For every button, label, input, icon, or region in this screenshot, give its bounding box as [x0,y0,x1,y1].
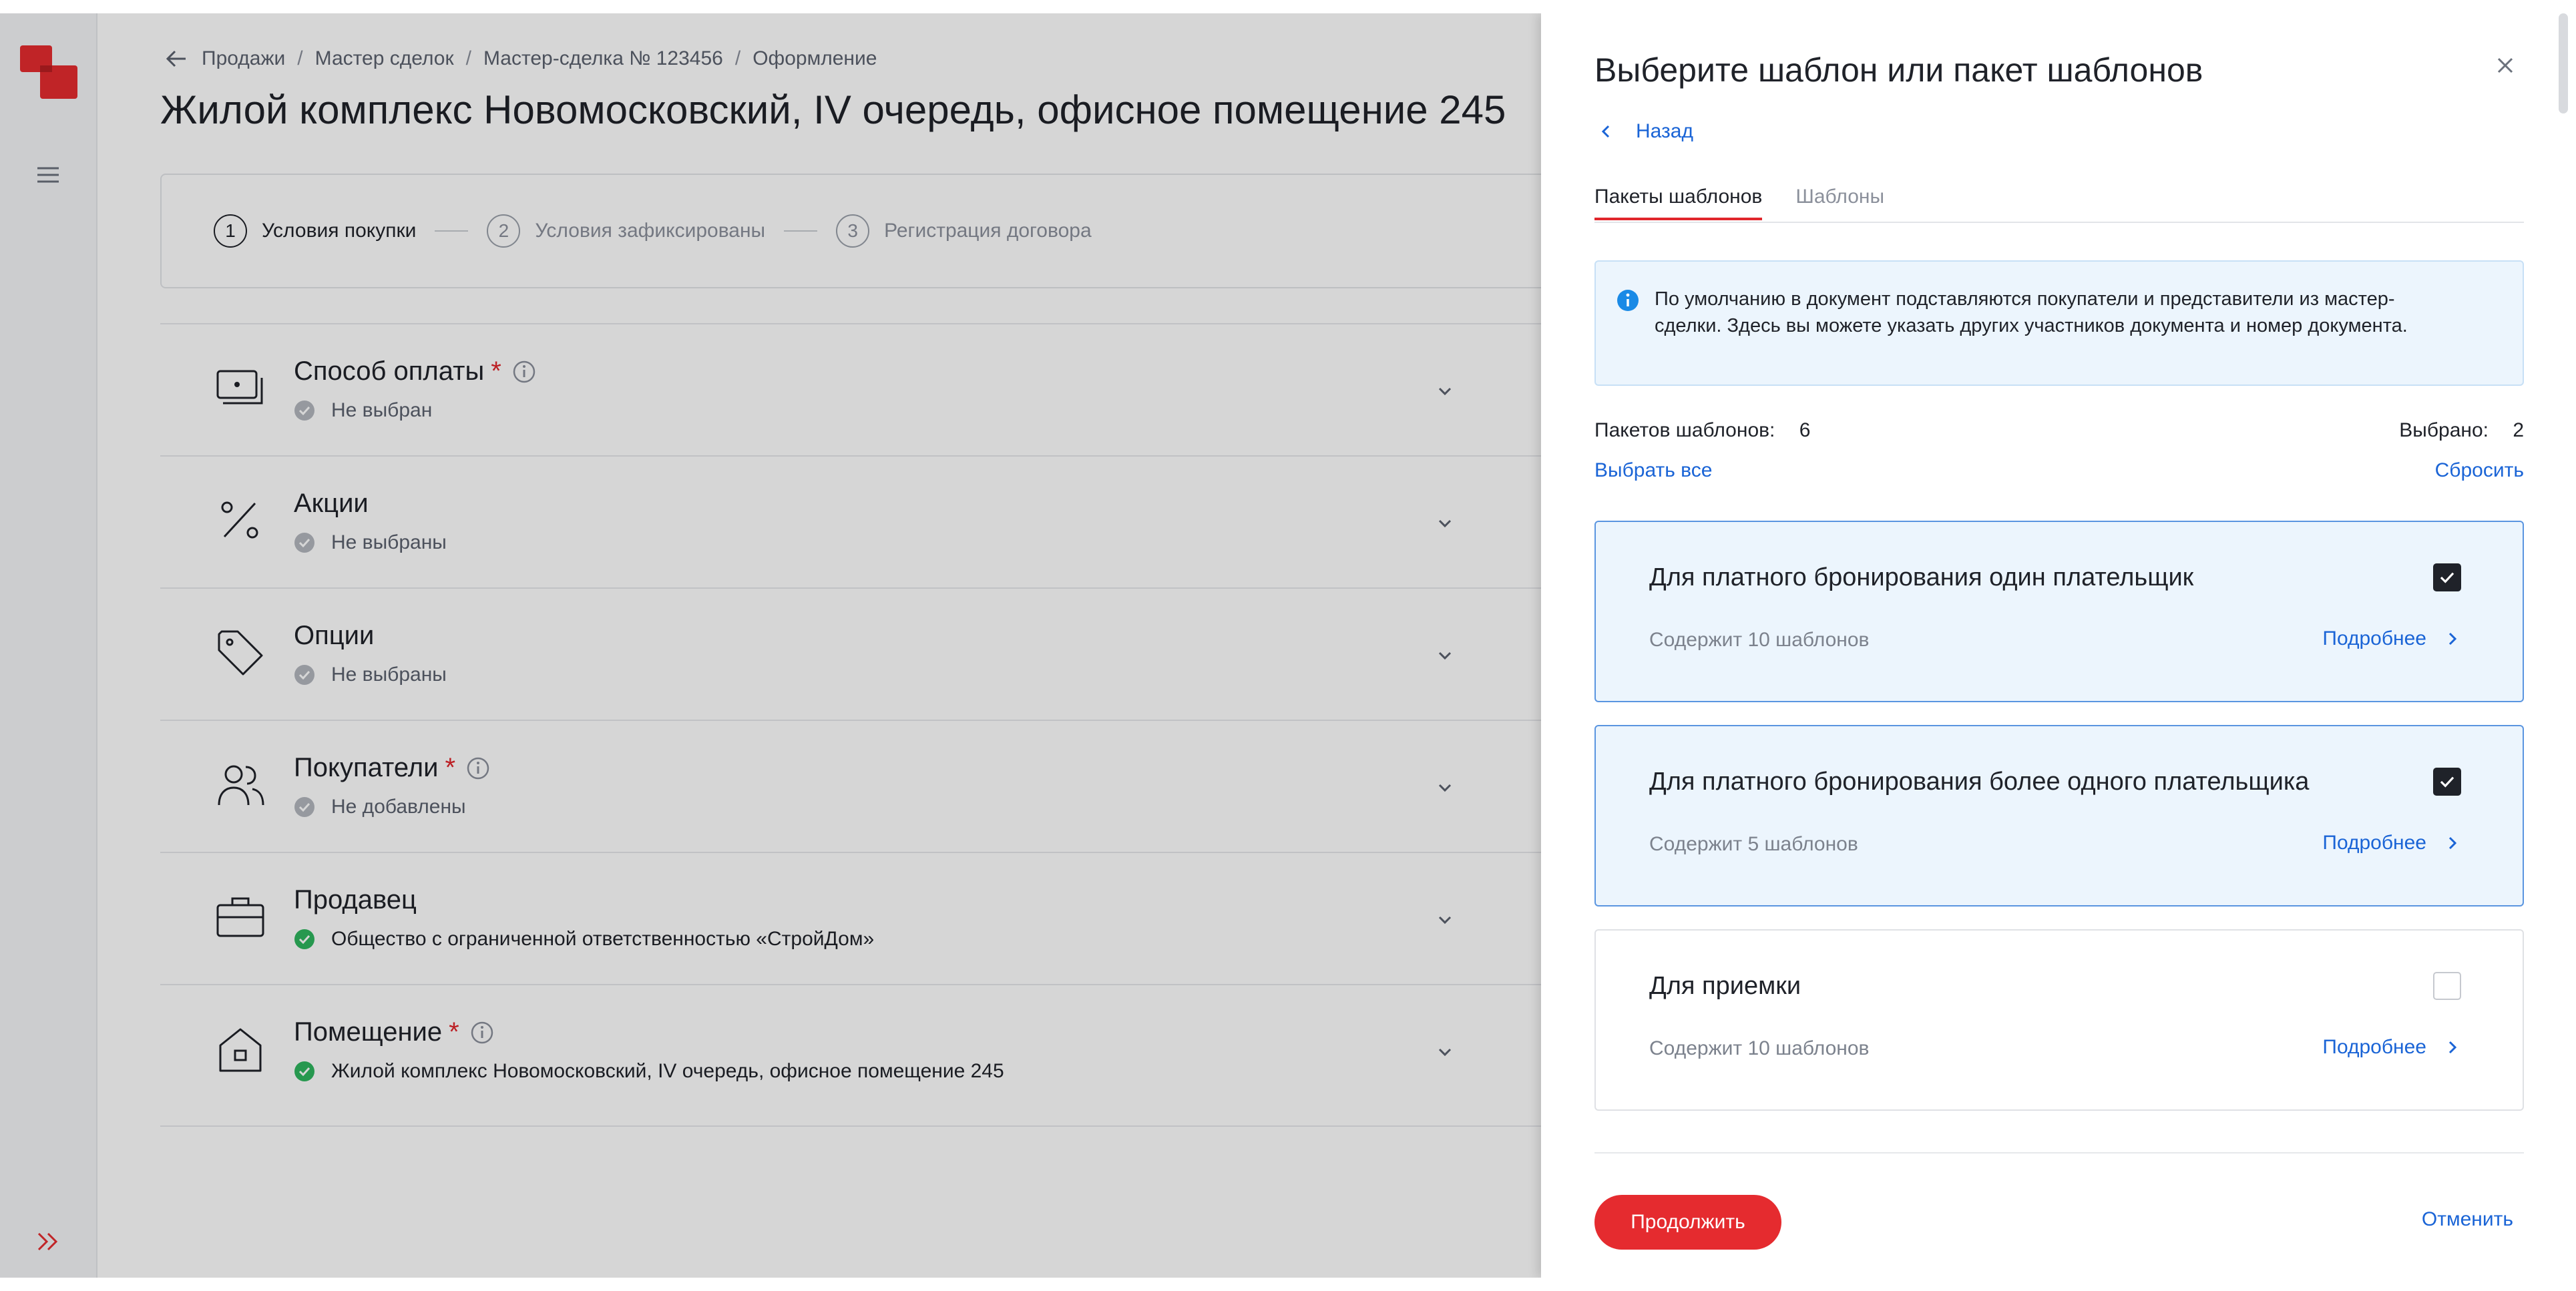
chevron-right-icon [2448,836,2457,850]
info-notice-text: По умолчанию в документ подставляются по… [1655,288,2408,336]
footer-divider [1594,1152,2524,1153]
package-title: Для платного бронирования более одного п… [1649,768,2310,796]
package-details-label: Подробнее [2322,1036,2426,1058]
selected-counter: Выбрано: 2 [2399,419,2524,442]
package-subtitle: Содержит 5 шаблонов [1649,833,1858,855]
checkmark-icon [2440,776,2454,788]
package-details-link[interactable]: Подробнее [2322,1036,2462,1059]
select-all-link[interactable]: Выбрать все [1594,459,1712,482]
info-filled-icon [1617,290,1639,311]
panel-title: Выберите шаблон или пакет шаблонов [1594,51,2203,89]
package-checkbox[interactable] [2433,972,2461,1000]
package-details-label: Подробнее [2322,832,2426,854]
app-window: Продажи / Мастер сделок / Мастер-сделка … [0,13,2576,1278]
packages-counter: Пакетов шаблонов: 6 [1594,419,1810,442]
back-link[interactable]: Назад [1594,120,1693,143]
chevron-right-icon [2448,632,2457,646]
template-package-card[interactable]: Для платного бронирования один плательщи… [1594,521,2524,702]
package-subtitle: Содержит 10 шаблонов [1649,1037,1870,1059]
template-package-card[interactable]: Для приемки Содержит 10 шаблонов Подробн… [1594,929,2524,1111]
panel-tabs: Пакеты шаблонов Шаблоны [1594,180,2524,223]
chevron-left-icon [1601,125,1610,138]
selected-count-label: Выбрано: [2399,419,2489,441]
tab-template-packages[interactable]: Пакеты шаблонов [1594,180,1763,220]
package-title: Для платного бронирования один плательщи… [1649,563,2194,591]
continue-button[interactable]: Продолжить [1594,1195,1781,1250]
reset-link[interactable]: Сбросить [2435,459,2524,482]
packages-count-label: Пакетов шаблонов: [1594,419,1775,441]
packages-count-value: 6 [1799,419,1811,441]
package-details-link[interactable]: Подробнее [2322,832,2462,854]
info-notice: По умолчанию в документ подставляются по… [1594,260,2524,386]
package-subtitle: Содержит 10 шаблонов [1649,629,1870,651]
package-checkbox[interactable] [2433,768,2461,796]
package-title: Для приемки [1649,972,1801,1000]
tab-templates[interactable]: Шаблоны [1795,180,1884,220]
checkmark-icon [2440,572,2454,583]
cancel-button[interactable]: Отменить [2422,1208,2513,1231]
modal-backdrop[interactable] [0,13,1541,1278]
template-package-list: Для платного бронирования один плательщи… [1594,521,2524,1133]
package-details-link[interactable]: Подробнее [2322,627,2462,650]
back-link-label: Назад [1636,120,1693,142]
selected-count-value: 2 [2513,419,2524,441]
package-details-label: Подробнее [2322,627,2426,650]
template-selection-panel: Выберите шаблон или пакет шаблонов Назад… [1541,13,2576,1278]
chevron-right-icon [2448,1041,2457,1054]
template-package-card[interactable]: Для платного бронирования более одного п… [1594,725,2524,907]
close-icon[interactable] [2491,51,2520,80]
panel-scrollbar[interactable] [2559,13,2568,113]
package-checkbox[interactable] [2433,563,2461,591]
